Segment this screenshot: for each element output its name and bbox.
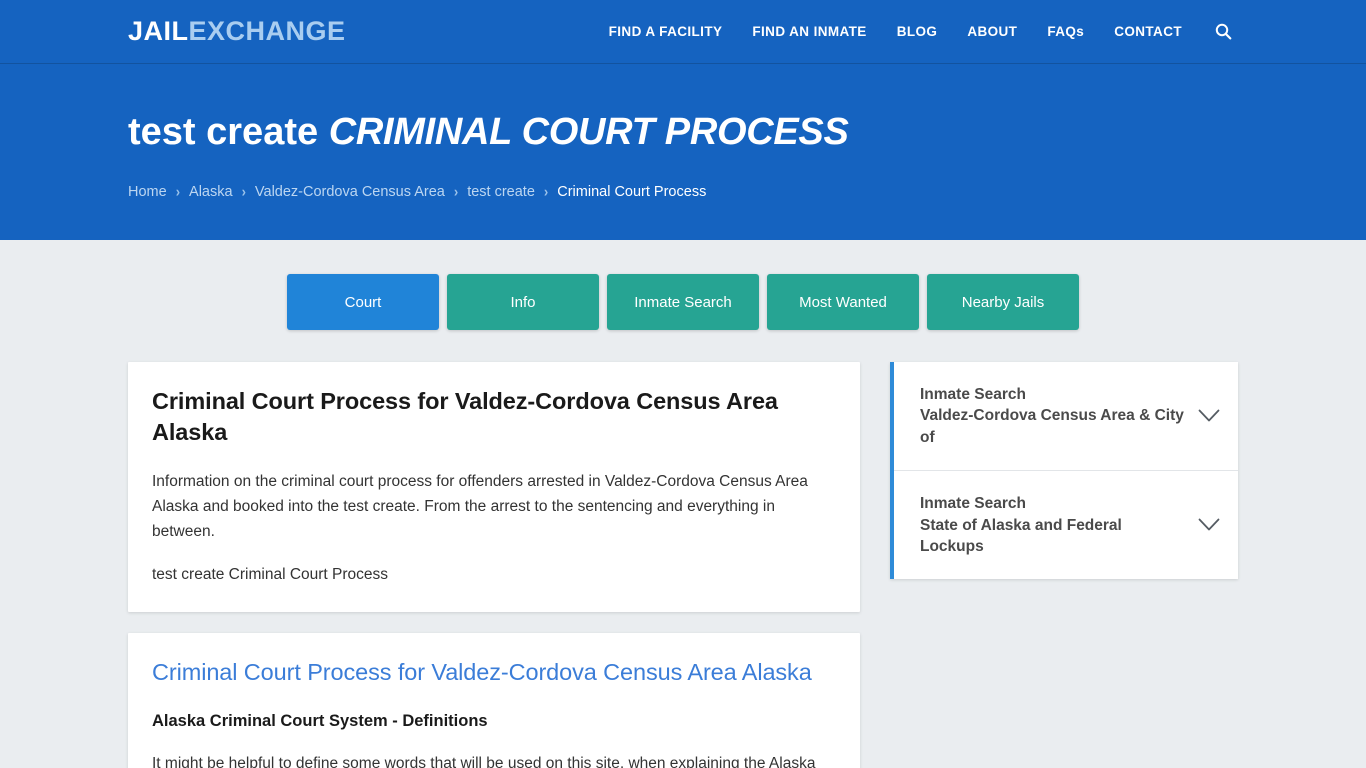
- tab-info[interactable]: Info: [447, 274, 599, 330]
- logo-text-exchange: EXCHANGE: [188, 16, 346, 46]
- breadcrumb: Home › Alaska › Valdez-Cordova Census Ar…: [128, 183, 1238, 201]
- intro-card: Criminal Court Process for Valdez-Cordov…: [128, 362, 860, 612]
- search-icon[interactable]: [1197, 23, 1238, 40]
- intro-card-paragraph-2: test create Criminal Court Process: [152, 566, 389, 584]
- nav-item-contact[interactable]: CONTACT: [1099, 24, 1197, 39]
- chevron-down-icon[interactable]: [1198, 518, 1220, 532]
- site-logo[interactable]: JAILEXCHANGE: [128, 18, 346, 45]
- breadcrumb-item-current: Criminal Court Process: [557, 183, 707, 200]
- nav-item-find-a-facility[interactable]: FIND A FACILITY: [594, 24, 738, 39]
- section-tabs: Court Info Inmate Search Most Wanted Nea…: [0, 240, 1366, 330]
- chevron-right-icon: ›: [453, 183, 459, 201]
- breadcrumb-item-home[interactable]: Home: [128, 184, 167, 200]
- accordion-item-label: Inmate Search Valdez-Cordova Census Area…: [920, 384, 1188, 448]
- accordion-item-line-2: State of Alaska and Federal Lockups: [920, 516, 1122, 555]
- top-navigation-bar: JAILEXCHANGE FIND A FACILITY FIND AN INM…: [0, 0, 1366, 64]
- sidebar-column: Inmate Search Valdez-Cordova Census Area…: [890, 362, 1238, 580]
- details-card: Criminal Court Process for Valdez-Cordov…: [128, 632, 860, 768]
- breadcrumb-item-county[interactable]: Valdez-Cordova Census Area: [255, 184, 445, 200]
- chevron-right-icon: ›: [241, 183, 246, 201]
- intro-card-paragraph-1: Information on the criminal court proces…: [152, 473, 808, 541]
- intro-card-heading: Criminal Court Process for Valdez-Cordov…: [152, 388, 778, 445]
- details-card-link-heading[interactable]: Criminal Court Process for Valdez-Cordov…: [152, 657, 836, 688]
- accordion-item-line-2: Valdez-Cordova Census Area & City of: [920, 407, 1184, 446]
- content-area: Criminal Court Process for Valdez-Cordov…: [0, 330, 1366, 768]
- accordion-item-line-1: Inmate Search: [920, 386, 1026, 403]
- accordion-item-local-inmate-search[interactable]: Inmate Search Valdez-Cordova Census Area…: [894, 362, 1238, 472]
- accordion-item-state-inmate-search[interactable]: Inmate Search State of Alaska and Federa…: [894, 471, 1238, 579]
- inmate-search-accordion: Inmate Search Valdez-Cordova Census Area…: [890, 362, 1238, 580]
- accordion-item-label: Inmate Search State of Alaska and Federa…: [920, 493, 1188, 557]
- nav-item-find-an-inmate[interactable]: FIND AN INMATE: [737, 24, 881, 39]
- main-nav: FIND A FACILITY FIND AN INMATE BLOG ABOU…: [594, 23, 1238, 40]
- tab-court[interactable]: Court: [287, 274, 439, 330]
- page-title-facility: test create: [128, 111, 319, 153]
- details-card-paragraph-1: It might be helpful to define some words…: [152, 755, 816, 768]
- page-title-section: CRIMINAL COURT PROCESS: [328, 111, 849, 153]
- breadcrumb-item-alaska[interactable]: Alaska: [189, 184, 233, 200]
- tab-inmate-search[interactable]: Inmate Search: [607, 274, 759, 330]
- logo-text-jail: JAIL: [128, 16, 189, 46]
- accordion-item-line-1: Inmate Search: [920, 495, 1026, 513]
- page-hero: test create CRIMINAL COURT PROCESS Home …: [0, 64, 1366, 240]
- nav-item-blog[interactable]: BLOG: [882, 24, 953, 39]
- chevron-down-icon[interactable]: [1198, 409, 1220, 423]
- details-card-subheading: Alaska Criminal Court System - Definitio…: [152, 712, 488, 731]
- nav-item-faqs[interactable]: FAQs: [1032, 24, 1099, 39]
- breadcrumb-item-facility[interactable]: test create: [467, 184, 535, 200]
- page-title: test create CRIMINAL COURT PROCESS: [128, 111, 1238, 154]
- chevron-right-icon: ›: [543, 183, 549, 201]
- nav-item-about[interactable]: ABOUT: [952, 24, 1032, 39]
- main-column: Criminal Court Process for Valdez-Cordov…: [128, 362, 860, 768]
- tab-most-wanted[interactable]: Most Wanted: [767, 274, 919, 330]
- tab-nearby-jails[interactable]: Nearby Jails: [927, 274, 1079, 330]
- chevron-right-icon: ›: [175, 183, 181, 201]
